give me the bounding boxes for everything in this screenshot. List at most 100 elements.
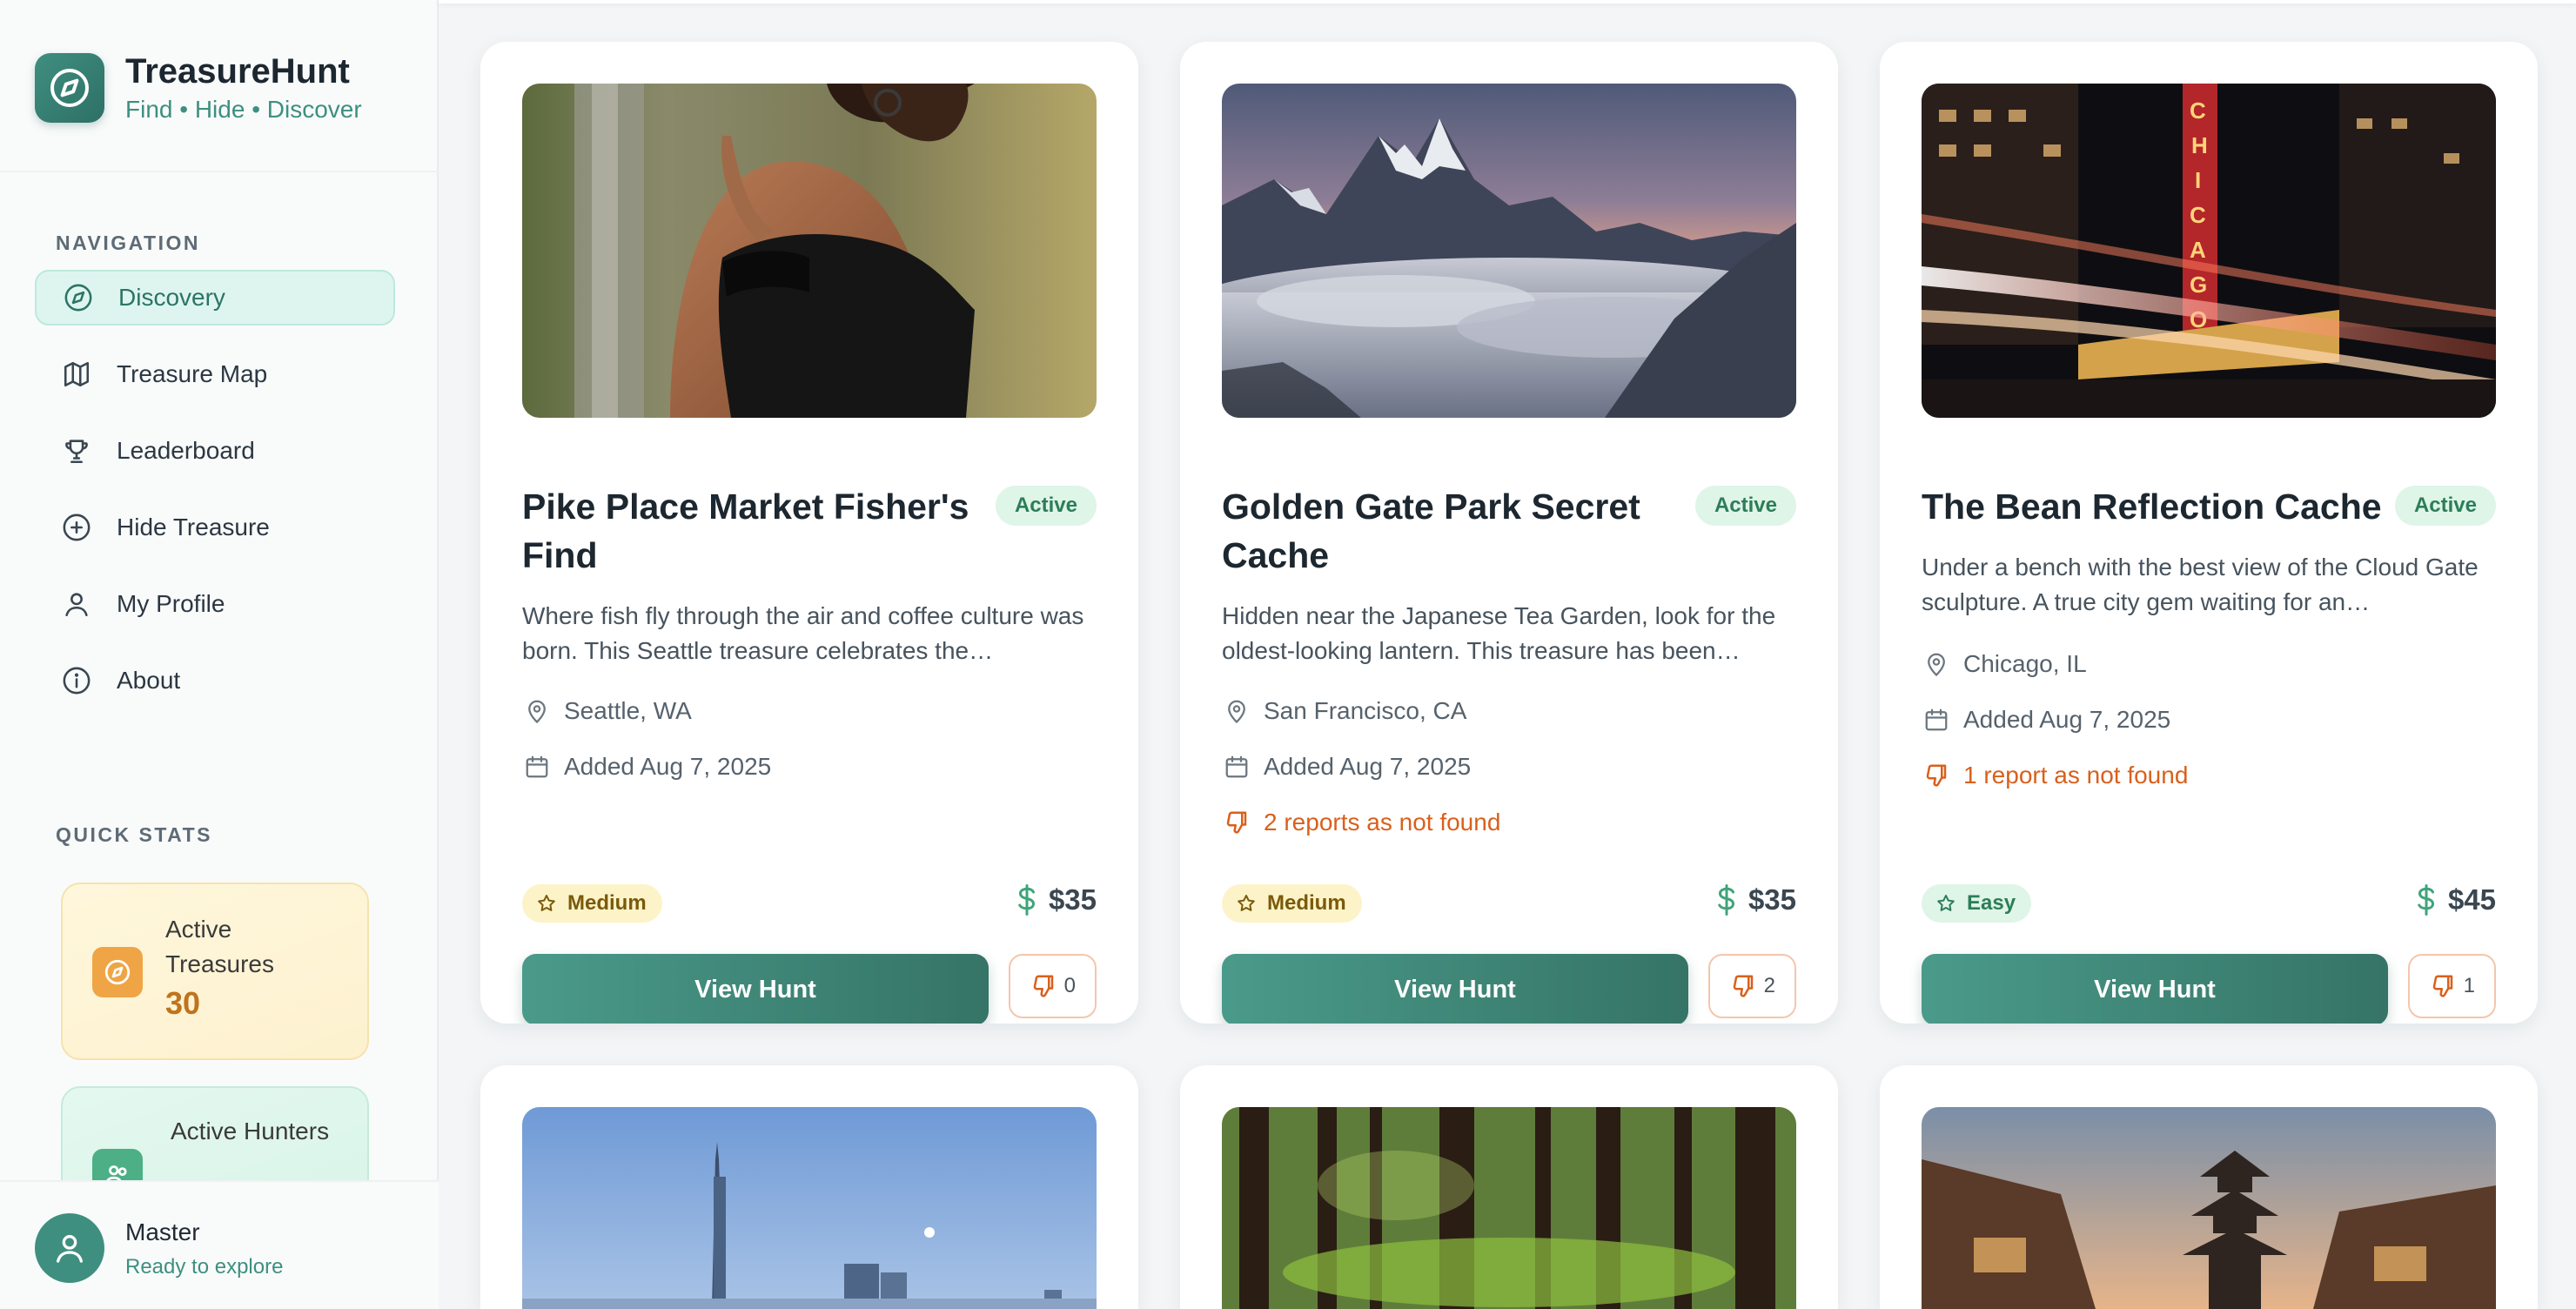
- treasure-price: $35: [1714, 883, 1796, 917]
- treasure-description: Hidden near the Japanese Tea Garden, loo…: [1222, 602, 1776, 664]
- city-skyline-photo: [522, 1107, 1097, 1309]
- view-hunt-button[interactable]: View Hunt: [522, 954, 989, 1024]
- treasure-card[interactable]: Golden Gate Park Secret Cache Active Hid…: [1180, 42, 1838, 1024]
- calendar-icon: [522, 752, 552, 782]
- difficulty-label: Easy: [1967, 891, 2016, 915]
- sidebar-item-label: Hide Treasure: [117, 514, 270, 540]
- user-bar[interactable]: Master Ready to explore: [0, 1180, 439, 1309]
- status-badge: Active: [1694, 486, 1796, 526]
- sidebar-item-discovery[interactable]: Discovery: [35, 270, 395, 326]
- sidebar-nav: Discovery Treasure Map Leaderboard Hide …: [35, 270, 395, 729]
- user-icon: [57, 1235, 84, 1263]
- location-text: Chicago, IL: [1963, 650, 2087, 677]
- not-found-reports: 1 report as not found: [1922, 761, 2188, 790]
- thumbs-down-icon: [1030, 972, 1057, 1000]
- reports-text: 2 reports as not found: [1264, 809, 1501, 836]
- report-not-found-button[interactable]: 0: [1008, 954, 1097, 1018]
- map-icon: [61, 359, 92, 390]
- treasure-image[interactable]: [1922, 1107, 2496, 1309]
- treasure-card[interactable]: [1880, 1065, 2538, 1309]
- svg-text:G: G: [2190, 272, 2207, 298]
- price-value: $35: [1748, 883, 1796, 916]
- brand[interactable]: TreasureHunt Find • Hide • Discover: [35, 50, 362, 125]
- difficulty-badge: Easy: [1922, 884, 2032, 923]
- plus-circle-icon: [61, 512, 92, 543]
- location-text: San Francisco, CA: [1264, 697, 1467, 724]
- treasure-card[interactable]: [480, 1065, 1138, 1309]
- treasure-image[interactable]: CHICAGO: [1922, 84, 2496, 418]
- pagoda-street-photo: [1922, 1107, 2496, 1309]
- star-icon: [1234, 891, 1258, 916]
- sidebar-item-label: About: [117, 667, 181, 694]
- woman-portrait-photo: [522, 84, 1097, 418]
- treasure-price: $35: [1014, 883, 1097, 917]
- price-value: $45: [2447, 883, 2496, 916]
- difficulty-label: Medium: [1267, 891, 1346, 915]
- chicago-theater-photo: CHICAGO: [1922, 84, 2496, 418]
- svg-text:C: C: [2190, 202, 2206, 228]
- avatar: [35, 1213, 104, 1283]
- treasure-image[interactable]: [1222, 1107, 1796, 1309]
- view-hunt-button[interactable]: View Hunt: [1922, 954, 2388, 1024]
- sidebar-item-my-profile[interactable]: My Profile: [35, 576, 395, 632]
- treasure-description: Where fish fly through the air and coffe…: [522, 602, 1084, 664]
- sidebar-item-treasure-map[interactable]: Treasure Map: [35, 346, 395, 402]
- treasure-added-date: Added Aug 7, 2025: [1922, 705, 2170, 735]
- report-count: 1: [2463, 974, 2475, 997]
- treasure-location: San Francisco, CA: [1222, 696, 1466, 726]
- mountain-clouds-photo: [1222, 84, 1796, 418]
- app-title: TreasureHunt: [125, 52, 350, 91]
- thumbs-down-icon: [1922, 761, 1951, 790]
- treasure-card[interactable]: [1180, 1065, 1838, 1309]
- calendar-icon: [1222, 752, 1251, 782]
- treasure-title: The Bean Reflection Cache: [1922, 487, 2382, 527]
- treasure-card[interactable]: Pike Place Market Fisher's Find Active W…: [480, 42, 1138, 1024]
- treasure-image[interactable]: [1222, 84, 1796, 418]
- view-hunt-button[interactable]: View Hunt: [1222, 954, 1688, 1024]
- top-header-edge: [439, 0, 2576, 3]
- calendar-icon: [1922, 705, 1951, 735]
- svg-text:C: C: [2190, 97, 2206, 124]
- stat-label: Active Hunters: [171, 1118, 330, 1145]
- forest-photo: [1222, 1107, 1796, 1309]
- treasure-title: Golden Gate Park Secret Cache: [1222, 487, 1640, 575]
- app-tagline: Find • Hide • Discover: [125, 96, 362, 123]
- not-found-reports: 2 reports as not found: [1222, 808, 1500, 837]
- info-icon: [61, 665, 92, 696]
- trophy-icon: [61, 435, 92, 467]
- sidebar-item-label: My Profile: [117, 590, 225, 617]
- star-icon: [1934, 891, 1958, 916]
- treasure-image[interactable]: [522, 84, 1097, 418]
- thumbs-down-icon: [2429, 972, 2457, 1000]
- user-status: Ready to explore: [125, 1255, 284, 1279]
- added-text: Added Aug 7, 2025: [1264, 753, 1472, 780]
- price-value: $35: [1048, 883, 1097, 916]
- svg-text:H: H: [2191, 132, 2208, 158]
- star-icon: [534, 891, 559, 916]
- treasure-location: Chicago, IL: [1922, 649, 2087, 679]
- sidebar-item-hide-treasure[interactable]: Hide Treasure: [35, 500, 395, 555]
- dollar-icon: [1014, 883, 1040, 917]
- sidebar-item-label: Treasure Map: [117, 360, 268, 387]
- added-text: Added Aug 7, 2025: [1963, 706, 2171, 733]
- treasure-added-date: Added Aug 7, 2025: [522, 752, 771, 782]
- treasure-card[interactable]: CHICAGO The Bean Reflection Cache Active…: [1880, 42, 2538, 1024]
- report-not-found-button[interactable]: 2: [1707, 954, 1796, 1018]
- treasure-location: Seattle, WA: [522, 696, 692, 726]
- treasure-description: Under a bench with the best view of the …: [1922, 554, 2479, 615]
- dollar-icon: [2413, 883, 2439, 917]
- divider: [0, 171, 439, 172]
- sidebar-item-leaderboard[interactable]: Leaderboard: [35, 423, 395, 479]
- report-count: 0: [1063, 974, 1076, 997]
- stat-card-active-treasures: Active Treasures 30: [61, 883, 369, 1060]
- svg-text:I: I: [2195, 167, 2201, 193]
- sidebar-item-about[interactable]: About: [35, 653, 395, 708]
- report-not-found-button[interactable]: 1: [2407, 954, 2496, 1018]
- treasure-image[interactable]: [522, 1107, 1097, 1309]
- sidebar-item-label: Leaderboard: [117, 437, 255, 464]
- dollar-icon: [1714, 883, 1740, 917]
- user-name: Master: [125, 1218, 200, 1245]
- treasure-title: Pike Place Market Fisher's Find: [522, 487, 969, 575]
- reports-text: 1 report as not found: [1963, 762, 2189, 789]
- status-badge: Active: [2394, 486, 2496, 526]
